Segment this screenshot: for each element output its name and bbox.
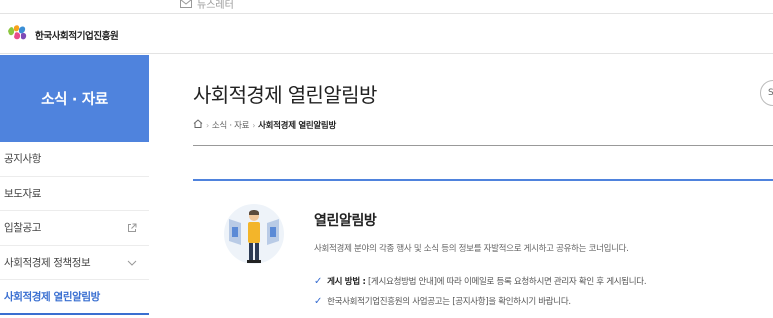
bulletin-illustration-icon — [221, 201, 287, 269]
card-bullet-list: ✓ 게시 방법 : [게시요청방법 안내]에 따라 이메일로 등록 요청하시면 … — [314, 271, 647, 311]
breadcrumb: › 소식 · 자료 › 사회적경제 열린알림방 — [193, 119, 336, 131]
newsletter-label: 뉴스레터 — [197, 0, 234, 11]
card-heading: 열린알림방 — [314, 213, 377, 229]
logo-text: 한국사회적기업진흥원 — [35, 30, 119, 42]
breadcrumb-separator: › — [206, 120, 209, 130]
sidebar-item-label: 사회적경제 열린알림방 — [4, 291, 100, 303]
breadcrumb-separator: › — [252, 120, 256, 130]
newsletter-link[interactable]: 뉴스레터 — [180, 0, 234, 11]
utility-bar: 뉴스레터 — [0, 0, 773, 14]
external-link-icon — [127, 211, 137, 245]
card-description: 사회적경제 분야의 각종 행사 및 소식 등의 정보를 자발적으로 게시하고 공… — [314, 244, 629, 254]
sidebar-item-label: 사회적경제 정책정보 — [4, 256, 91, 269]
share-button-glyph: S — [768, 88, 773, 98]
sidebar-item-label: 공지사항 — [4, 153, 42, 165]
breadcrumb-section[interactable]: 소식 · 자료 — [212, 119, 250, 131]
sidebar-item-policy[interactable]: 사회적경제 정책정보 — [0, 246, 149, 280]
chevron-down-icon — [127, 246, 137, 280]
share-button[interactable]: S — [760, 80, 773, 106]
site-logo[interactable]: 한국사회적기업진흥원 — [6, 24, 119, 45]
sidebar-item-label: 보도자료 — [4, 187, 42, 200]
home-icon[interactable] — [193, 119, 203, 131]
sidebar-item-open-board[interactable]: 사회적경제 열린알림방 — [0, 280, 149, 315]
sidebar-item-bids[interactable]: 입찰공고 — [0, 211, 149, 246]
breadcrumb-current: 사회적경제 열린알림방 — [258, 121, 336, 131]
sidebar-hero: 소식 · 자료 — [0, 55, 149, 142]
list-item: ✓ 게시 방법 : [게시요청방법 안내]에 따라 이메일로 등록 요청하시면 … — [314, 271, 647, 291]
sidebar-item-notices[interactable]: 공지사항 — [0, 142, 149, 177]
bullet-text: 한국사회적기업진흥원의 사업공고는 [공지사항]을 확인하시기 바랍니다. — [327, 297, 571, 307]
bullet-label: 게시 방법 : — [327, 277, 366, 287]
check-icon: ✓ — [314, 275, 323, 287]
page-title: 사회적경제 열린알림방 — [193, 83, 377, 107]
title-divider — [193, 145, 773, 146]
check-icon: ✓ — [314, 295, 323, 307]
bullet-body: [게시요청방법 안내]에 따라 이메일로 등록 요청하시면 관리자 확인 후 게… — [368, 277, 647, 287]
sidebar-item-label: 입찰공고 — [4, 222, 42, 234]
list-item: ✓ 한국사회적기업진흥원의 사업공고는 [공지사항]을 확인하시기 바랍니다. — [314, 291, 646, 311]
mail-icon — [180, 0, 192, 8]
logo-mark-icon — [6, 24, 30, 45]
site-header: 한국사회적기업진흥원 — [0, 14, 773, 54]
info-card: 열린알림방 사회적경제 분야의 각종 행사 및 소식 등의 정보를 자발적으로 … — [193, 179, 773, 318]
bullet-text: 게시 방법 : [게시요청방법 안내]에 따라 이메일로 등록 요청하시면 관리… — [327, 275, 646, 287]
sidebar-menu: 공지사항 보도자료 입찰공고 사회적경제 정책정보 사회적경제 열린알림방 — [0, 142, 149, 315]
sidebar-title: 소식 · 자료 — [41, 92, 108, 108]
sidebar-item-press[interactable]: 보도자료 — [0, 177, 149, 211]
